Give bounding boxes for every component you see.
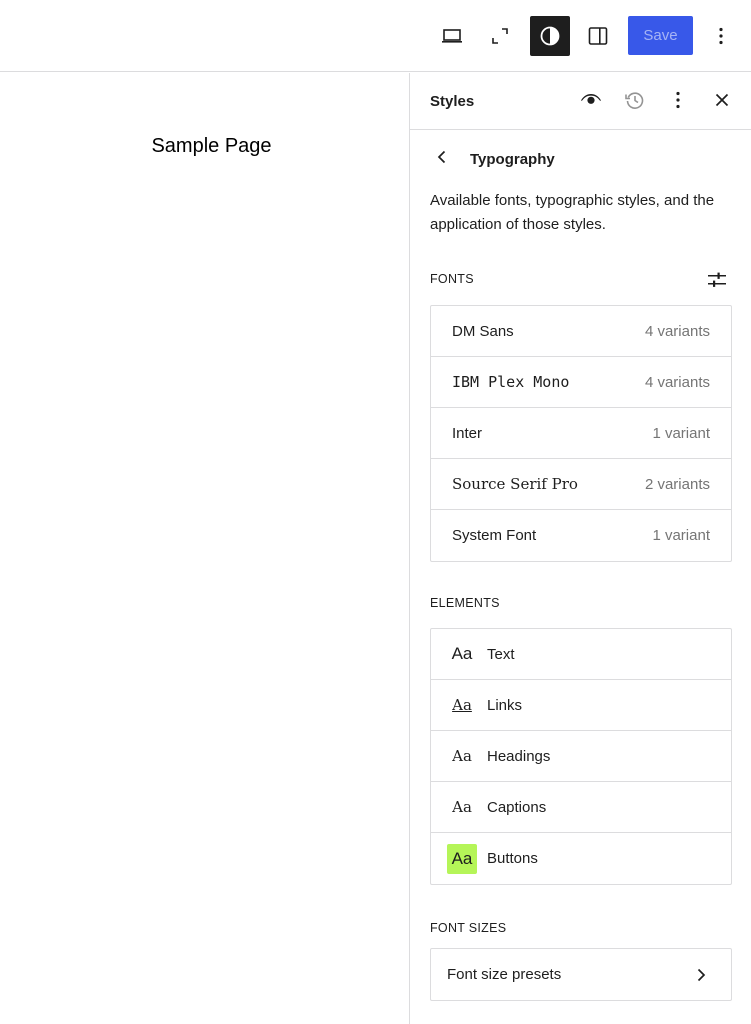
manage-fonts-button[interactable] bbox=[706, 269, 728, 291]
font-item-ibm-plex-mono[interactable]: IBM Plex Mono 4 variants bbox=[431, 357, 731, 408]
font-sizes-list: Font size presets bbox=[430, 948, 732, 1001]
styles-button[interactable] bbox=[530, 16, 570, 56]
element-label: Headings bbox=[487, 747, 551, 765]
font-item-inter[interactable]: Inter 1 variant bbox=[431, 408, 731, 459]
sidebar-header: Styles bbox=[410, 73, 751, 130]
more-options-icon bbox=[709, 24, 733, 48]
element-label: Text bbox=[487, 645, 515, 663]
close-icon bbox=[710, 88, 734, 117]
font-size-presets-label: Font size presets bbox=[447, 966, 562, 983]
font-variants: 1 variant bbox=[652, 527, 710, 544]
typography-nav: Typography bbox=[430, 147, 555, 171]
fonts-heading: Fonts bbox=[430, 272, 474, 286]
font-item-system-font[interactable]: System Font 1 variant bbox=[431, 510, 731, 561]
device-preview-button[interactable] bbox=[432, 16, 472, 56]
fullscreen-icon bbox=[488, 24, 512, 48]
page-title[interactable]: Sample Page bbox=[0, 135, 423, 158]
text-preview: Aa bbox=[451, 644, 473, 663]
element-item-buttons[interactable]: Aa Buttons bbox=[431, 833, 731, 884]
sidebar-toggle-icon bbox=[586, 24, 610, 48]
save-button[interactable]: Save bbox=[628, 16, 693, 55]
element-label: Links bbox=[487, 696, 523, 714]
style-book-button[interactable] bbox=[576, 87, 606, 117]
section-title: Typography bbox=[470, 150, 555, 168]
element-label: Captions bbox=[487, 798, 547, 816]
buttons-preview: Aa bbox=[447, 843, 477, 874]
font-name: Inter bbox=[452, 424, 483, 442]
settings-sidebar-button[interactable] bbox=[578, 16, 618, 56]
font-item-dm-sans[interactable]: DM Sans 4 variants bbox=[431, 306, 731, 357]
font-name: IBM Plex Mono bbox=[452, 373, 570, 391]
font-variants: 4 variants bbox=[644, 322, 710, 340]
headings-preview: Aa bbox=[452, 747, 472, 765]
editor-toolbar: Save bbox=[0, 0, 751, 72]
fonts-list: DM Sans 4 variants IBM Plex Mono 4 varia… bbox=[430, 305, 732, 562]
font-variants: 2 variants bbox=[644, 475, 710, 493]
element-label: Buttons bbox=[487, 850, 538, 867]
element-item-captions[interactable]: Aa Captions bbox=[431, 782, 731, 833]
element-item-headings[interactable]: Aa Headings bbox=[431, 731, 731, 782]
options-button[interactable] bbox=[701, 16, 741, 56]
fullscreen-button[interactable] bbox=[480, 16, 520, 56]
eye-icon bbox=[579, 88, 603, 117]
captions-preview: Aa bbox=[452, 798, 472, 816]
back-button[interactable] bbox=[430, 147, 454, 171]
font-name: System Font bbox=[452, 527, 537, 544]
elements-list: Aa Text Aa Links Aa Headings Aa Captions… bbox=[430, 628, 732, 885]
element-item-links[interactable]: Aa Links bbox=[431, 680, 731, 731]
element-item-text[interactable]: Aa Text bbox=[431, 629, 731, 680]
revisions-button[interactable] bbox=[620, 87, 650, 117]
font-variants: 4 variants bbox=[644, 373, 710, 391]
chevron-left-icon bbox=[430, 145, 454, 174]
sidebar-title: Styles bbox=[430, 93, 475, 110]
chevron-right-icon bbox=[691, 965, 711, 985]
font-name: DM Sans bbox=[452, 322, 514, 340]
laptop-icon bbox=[440, 24, 464, 48]
font-variants: 1 variant bbox=[652, 424, 710, 442]
font-item-source-serif-pro[interactable]: Source Serif Pro 2 variants bbox=[431, 459, 731, 510]
elements-heading: Elements bbox=[430, 596, 500, 610]
sidebar-options-button[interactable] bbox=[663, 87, 693, 117]
editor-canvas[interactable]: Sample Page bbox=[0, 73, 409, 1024]
revisions-icon bbox=[623, 88, 647, 117]
sliders-icon bbox=[706, 272, 728, 295]
typography-description: Available fonts, typographic styles, and… bbox=[430, 192, 715, 233]
more-options-icon bbox=[666, 88, 690, 117]
font-size-presets-item[interactable]: Font size presets bbox=[431, 949, 731, 1000]
font-sizes-heading: Font Sizes bbox=[430, 921, 507, 935]
close-sidebar-button[interactable] bbox=[707, 87, 737, 117]
styles-sidebar: Styles Typography Available fonts, typog… bbox=[409, 73, 751, 1024]
font-name: Source Serif Pro bbox=[452, 475, 578, 493]
links-preview: Aa bbox=[452, 696, 472, 714]
styles-contrast-icon bbox=[538, 24, 562, 48]
